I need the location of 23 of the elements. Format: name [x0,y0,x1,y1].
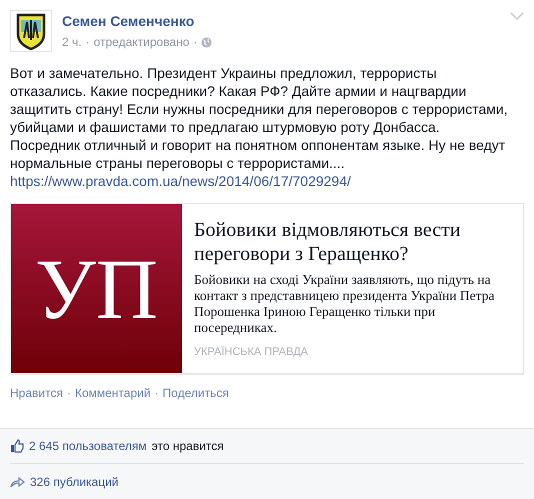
logo-text: УП [35,246,158,332]
thumbs-up-icon[interactable] [10,439,24,453]
likes-count[interactable]: 2 645 пользователям [29,437,147,455]
post-link[interactable]: https://www.pravda.com.ua/news/2014/06/17/7029294/ [10,173,351,189]
likes-label: это нравится [152,438,224,455]
share-arrow-icon[interactable] [10,476,25,488]
card-title[interactable]: Бойовики відмовляються вести переговори з Геращенко? [194,218,515,266]
action-link[interactable]: Комментарий [74,384,151,402]
action-link[interactable]: Поделиться [162,384,229,402]
globe-icon [201,36,212,48]
separator-dot: · [193,34,198,51]
separator-dot: · [154,385,159,402]
post-text: Вот и замечательно. Президент Украины предложил, террористы отказались. Какие посредники? Какая РФ? Дайте армии и нацгвардии защитить страну! Если нужны посредники для переговоров с террористами, убийцами и фашистами то предлагаю штурмовую роту Донбасса. Посредник отличный и говорит на понятном оппонентам языке. Ну не ведут нормальные страны переговоры с террористами.... [10,65,508,171]
action-link[interactable]: Нравится [10,384,63,402]
author-name[interactable]: Семен Семенченко [62,12,212,30]
card-summary: Бойовики на сході України заявляють, що підуть на контакт з представницею президента України Петра Порошенка Іриною Геращенко тільки при посередниках. [194,272,496,336]
shares-count[interactable]: 326 публикаций [30,472,118,490]
separator-dot: · [66,385,71,402]
shield-icon [15,12,47,50]
card-source: УКРАЇНСЬКА ПРАВДА [194,344,310,360]
avatar[interactable] [10,10,52,52]
separator-dot: · [86,34,90,51]
link-card[interactable] [10,203,524,374]
